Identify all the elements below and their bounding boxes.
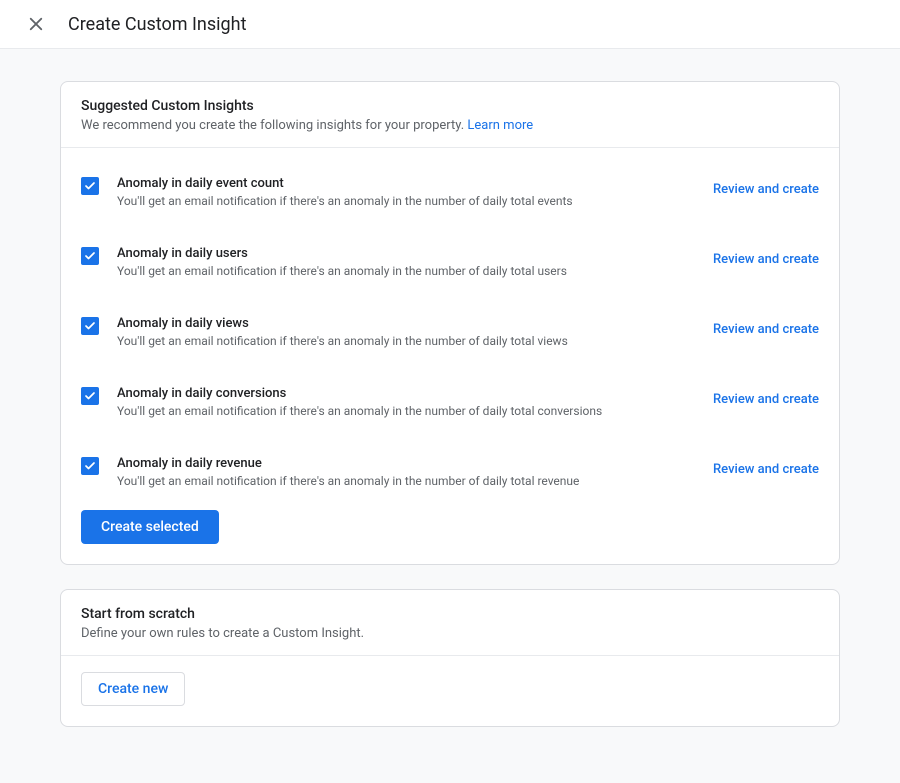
close-icon bbox=[27, 15, 45, 33]
checkbox-checked-icon bbox=[81, 247, 99, 265]
insight-row: Anomaly in daily revenue You'll get an e… bbox=[81, 436, 819, 506]
review-and-create-link[interactable]: Review and create bbox=[713, 176, 819, 197]
insight-desc: You'll get an email notification if ther… bbox=[117, 194, 697, 208]
insight-checkbox[interactable] bbox=[81, 457, 99, 475]
checkbox-checked-icon bbox=[81, 457, 99, 475]
scratch-subtitle: Define your own rules to create a Custom… bbox=[81, 626, 819, 641]
create-selected-button[interactable]: Create selected bbox=[81, 510, 219, 544]
insight-text: Anomaly in daily views You'll get an ema… bbox=[117, 316, 697, 348]
insight-row: Anomaly in daily users You'll get an ema… bbox=[81, 226, 819, 296]
insight-checkbox[interactable] bbox=[81, 177, 99, 195]
suggested-card-header: Suggested Custom Insights We recommend y… bbox=[61, 82, 839, 148]
insight-text: Anomaly in daily users You'll get an ema… bbox=[117, 246, 697, 278]
insight-title: Anomaly in daily users bbox=[117, 246, 697, 261]
insight-desc: You'll get an email notification if ther… bbox=[117, 334, 697, 348]
insight-title: Anomaly in daily views bbox=[117, 316, 697, 331]
insight-text: Anomaly in daily event count You'll get … bbox=[117, 176, 697, 208]
checkbox-checked-icon bbox=[81, 177, 99, 195]
insight-desc: You'll get an email notification if ther… bbox=[117, 264, 697, 278]
review-and-create-link[interactable]: Review and create bbox=[713, 386, 819, 407]
review-and-create-link[interactable]: Review and create bbox=[713, 456, 819, 477]
insight-checkbox[interactable] bbox=[81, 247, 99, 265]
start-from-scratch-card: Start from scratch Define your own rules… bbox=[60, 589, 840, 727]
checkbox-checked-icon bbox=[81, 387, 99, 405]
page-header: Create Custom Insight bbox=[0, 0, 900, 49]
checkbox-checked-icon bbox=[81, 317, 99, 335]
insight-desc: You'll get an email notification if ther… bbox=[117, 404, 697, 418]
insight-desc: You'll get an email notification if ther… bbox=[117, 474, 697, 488]
learn-more-link[interactable]: Learn more bbox=[467, 118, 533, 133]
review-and-create-link[interactable]: Review and create bbox=[713, 246, 819, 267]
suggested-insights-card: Suggested Custom Insights We recommend y… bbox=[60, 81, 840, 565]
close-button[interactable] bbox=[24, 12, 48, 36]
suggested-card-footer: Create selected bbox=[61, 506, 839, 564]
insight-text: Anomaly in daily revenue You'll get an e… bbox=[117, 456, 697, 488]
insight-text: Anomaly in daily conversions You'll get … bbox=[117, 386, 697, 418]
insight-list: Anomaly in daily event count You'll get … bbox=[61, 148, 839, 506]
scratch-card-body: Create new bbox=[61, 656, 839, 726]
insight-title: Anomaly in daily conversions bbox=[117, 386, 697, 401]
insight-title: Anomaly in daily revenue bbox=[117, 456, 697, 471]
insight-row: Anomaly in daily conversions You'll get … bbox=[81, 366, 819, 436]
scratch-title: Start from scratch bbox=[81, 606, 819, 622]
review-and-create-link[interactable]: Review and create bbox=[713, 316, 819, 337]
insight-checkbox[interactable] bbox=[81, 387, 99, 405]
insight-title: Anomaly in daily event count bbox=[117, 176, 697, 191]
suggested-subtitle: We recommend you create the following in… bbox=[81, 118, 819, 133]
insight-row: Anomaly in daily event count You'll get … bbox=[81, 156, 819, 226]
insight-checkbox[interactable] bbox=[81, 317, 99, 335]
create-new-button[interactable]: Create new bbox=[81, 672, 185, 706]
page-body: Suggested Custom Insights We recommend y… bbox=[0, 49, 900, 783]
suggested-title: Suggested Custom Insights bbox=[81, 98, 819, 114]
page-title: Create Custom Insight bbox=[68, 14, 246, 35]
scratch-card-header: Start from scratch Define your own rules… bbox=[61, 590, 839, 656]
insight-row: Anomaly in daily views You'll get an ema… bbox=[81, 296, 819, 366]
